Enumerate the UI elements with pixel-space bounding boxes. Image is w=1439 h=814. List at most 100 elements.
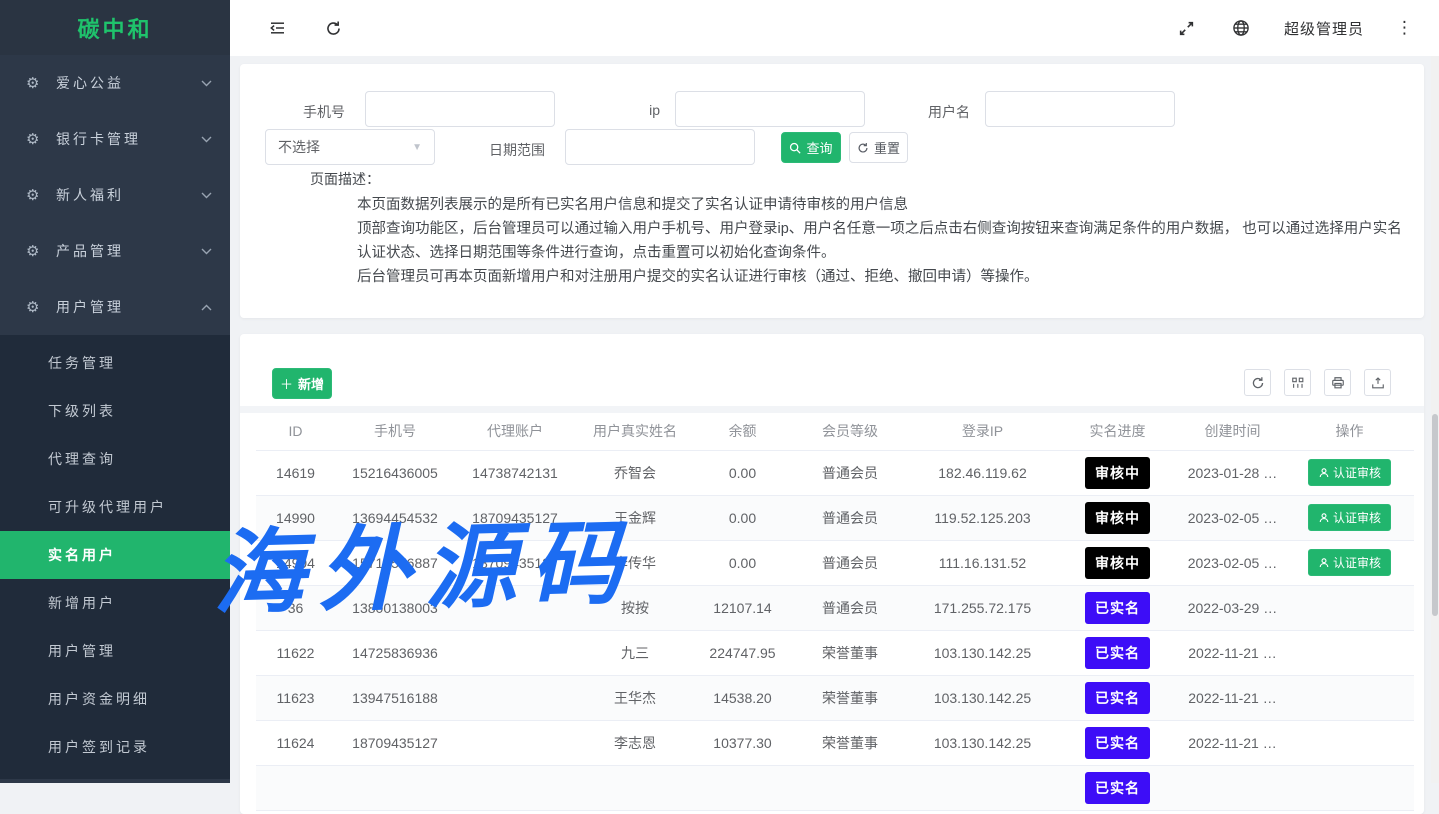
sidebar-item-charity[interactable]: ⚙ 爱心公益	[0, 55, 230, 111]
description-line: 本页面数据列表展示的是所有已实名用户信息和提交了实名认证申请待审核的用户信息	[357, 193, 1413, 217]
submenu-item-user-management[interactable]: 用户管理	[0, 627, 230, 675]
submenu-item-subordinate-list[interactable]: 下级列表	[0, 387, 230, 435]
cell-created: 2023-02-05 …	[1180, 495, 1285, 540]
cell-phone	[335, 765, 455, 810]
phone-label: 手机号	[260, 102, 345, 122]
sidebar-item-label: 产品管理	[56, 241, 201, 261]
columns-toggle-icon[interactable]	[1284, 369, 1311, 396]
col-header-created: 创建时间	[1180, 413, 1285, 450]
col-header-agent: 代理账户	[455, 413, 575, 450]
cell-actions	[1285, 765, 1414, 810]
col-header-level: 会员等级	[790, 413, 910, 450]
status-badge: 已实名	[1085, 727, 1150, 759]
sidebar-item-newcomer[interactable]: ⚙ 新人福利	[0, 167, 230, 223]
table-row: 3613800138003按按12107.14普通会员171.255.72.17…	[256, 585, 1414, 630]
realname-status-select[interactable]: 不选择 ▼	[265, 129, 435, 165]
cell-agent	[455, 765, 575, 810]
status-badge: 已实名	[1085, 682, 1150, 714]
cell-agent	[455, 585, 575, 630]
sidebar-item-user-management[interactable]: ⚙ 用户管理	[0, 279, 230, 335]
chevron-down-icon	[201, 136, 212, 143]
export-icon[interactable]	[1364, 369, 1391, 396]
sidebar-item-bankcard[interactable]: ⚙ 银行卡管理	[0, 111, 230, 167]
refresh-page-icon[interactable]	[322, 17, 344, 39]
gear-icon: ⚙	[26, 186, 44, 204]
cell-created	[1180, 765, 1285, 810]
cell-ip: 103.130.142.25	[910, 675, 1055, 720]
cell-id: 14619	[256, 450, 335, 495]
cell-agent: 18709435127	[455, 540, 575, 585]
scrollbar-thumb[interactable]	[1432, 414, 1438, 616]
chevron-up-icon	[201, 304, 212, 311]
username-input[interactable]	[985, 91, 1175, 127]
phone-input[interactable]	[365, 91, 555, 127]
gear-icon: ⚙	[26, 298, 44, 316]
submenu-item-user-checkin[interactable]: 用户签到记录	[0, 723, 230, 771]
chevron-down-icon	[201, 80, 212, 87]
cell-status: 审核中	[1055, 450, 1180, 495]
submenu-item-user-funds[interactable]: 用户资金明细	[0, 675, 230, 723]
cell-agent	[455, 630, 575, 675]
realname-users-table: ID 手机号 代理账户 用户真实姓名 余额 会员等级 登录IP 实名进度 创建时…	[256, 413, 1414, 811]
cell-phone: 14725836936	[335, 630, 455, 675]
page-scrollbar[interactable]	[1431, 56, 1439, 783]
search-button[interactable]: 查询	[781, 132, 841, 163]
person-icon	[1318, 512, 1330, 524]
cell-actions: 认证审核	[1285, 495, 1414, 540]
cell-actions: 认证审核	[1285, 540, 1414, 585]
col-header-actions: 操作	[1285, 413, 1414, 450]
cell-level: 荣誉董事	[790, 675, 910, 720]
fullscreen-icon[interactable]	[1176, 17, 1198, 39]
table-refresh-icon[interactable]	[1244, 369, 1271, 396]
submenu-item-task[interactable]: 任务管理	[0, 339, 230, 387]
cell-level: 普通会员	[790, 540, 910, 585]
cell-phone: 18709435127	[335, 720, 455, 765]
sidebar-item-label: 新人福利	[56, 185, 201, 205]
table-row: 1162313947516188王华杰14538.20荣誉董事103.130.1…	[256, 675, 1414, 720]
sidebar-submenu: 任务管理 下级列表 代理查询 可升级代理用户 实名用户 新增用户 用户管理 用户…	[0, 335, 230, 779]
col-header-balance: 余额	[695, 413, 790, 450]
cell-status: 审核中	[1055, 540, 1180, 585]
print-icon[interactable]	[1324, 369, 1351, 396]
cell-actions: 认证审核	[1285, 450, 1414, 495]
cell-name: 按按	[575, 585, 695, 630]
current-user[interactable]: 超级管理员	[1284, 18, 1364, 39]
table-header-row: ID 手机号 代理账户 用户真实姓名 余额 会员等级 登录IP 实名进度 创建时…	[256, 413, 1414, 450]
cell-level: 普通会员	[790, 450, 910, 495]
submenu-item-upgradable-agent[interactable]: 可升级代理用户	[0, 483, 230, 531]
table-row: 1162418709435127李志恩10377.30荣誉董事103.130.1…	[256, 720, 1414, 765]
cell-id: 36	[256, 585, 335, 630]
status-badge: 已实名	[1085, 772, 1150, 804]
search-button-label: 查询	[806, 138, 832, 157]
submenu-item-agent-query[interactable]: 代理查询	[0, 435, 230, 483]
select-value: 不选择	[278, 137, 320, 157]
sidebar: 碳中和 ⚙ 爱心公益 ⚙ 银行卡管理 ⚙ 新人福利 ⚙ 产品管理 ⚙ 用户管理 …	[0, 0, 230, 783]
cell-phone: 15713576887	[335, 540, 455, 585]
audit-button[interactable]: 认证审核	[1308, 504, 1391, 531]
cell-level: 荣誉董事	[790, 630, 910, 675]
language-globe-icon[interactable]	[1230, 17, 1252, 39]
sidebar-nav: ⚙ 爱心公益 ⚙ 银行卡管理 ⚙ 新人福利 ⚙ 产品管理 ⚙ 用户管理 任务管理…	[0, 55, 230, 779]
kebab-menu-icon[interactable]: ⋮	[1396, 18, 1413, 38]
submenu-item-realname-users[interactable]: 实名用户	[0, 531, 230, 579]
audit-button[interactable]: 认证审核	[1308, 549, 1391, 576]
audit-button-label: 认证审核	[1333, 509, 1381, 526]
status-badge: 已实名	[1085, 592, 1150, 624]
ip-input[interactable]	[675, 91, 865, 127]
audit-button-label: 认证审核	[1333, 554, 1381, 571]
audit-button[interactable]: 认证审核	[1308, 459, 1391, 486]
gear-icon: ⚙	[26, 74, 44, 92]
cell-agent	[455, 675, 575, 720]
audit-button-label: 认证审核	[1333, 464, 1381, 481]
add-user-button[interactable]: ＋ 新增	[272, 368, 332, 399]
cell-created: 2022-11-21 …	[1180, 675, 1285, 720]
collapse-sidebar-icon[interactable]	[266, 17, 288, 39]
reset-button[interactable]: 重置	[849, 132, 908, 163]
date-range-input[interactable]	[565, 129, 755, 165]
cell-balance: 14538.20	[695, 675, 790, 720]
gear-icon: ⚙	[26, 242, 44, 260]
cell-ip: 182.46.119.62	[910, 450, 1055, 495]
submenu-item-add-user[interactable]: 新增用户	[0, 579, 230, 627]
sidebar-item-product[interactable]: ⚙ 产品管理	[0, 223, 230, 279]
description-line: 顶部查询功能区，后台管理员可以通过输入用户手机号、用户登录ip、用户名任意一项之…	[357, 217, 1413, 265]
